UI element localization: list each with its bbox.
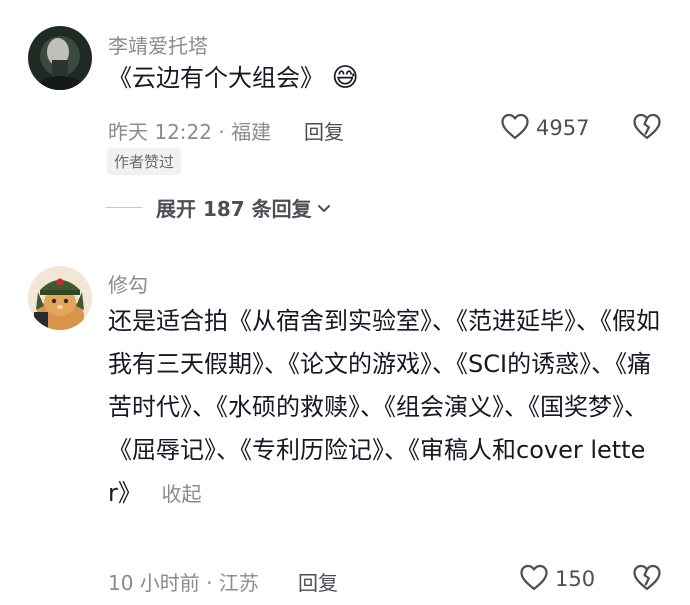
comment-text: 《云边有个大组会》 😅: [108, 57, 668, 100]
expand-replies-label: 展开 187 条回复: [156, 197, 312, 221]
broken-heart-icon: [632, 113, 662, 144]
like-count: 150: [555, 567, 596, 591]
comment-item: 修勾 还是适合拍《从宿舍到实验室》、《范进延毕》、《假如我有三天假期》、《论文的…: [0, 240, 690, 605]
reply-button[interactable]: 回复: [304, 116, 344, 145]
heart-icon: [519, 563, 549, 595]
like-count: 4957: [536, 116, 590, 140]
like-button[interactable]: 4957: [500, 112, 589, 144]
author-liked-badge: 作者赞过: [107, 148, 182, 175]
comment-item: 李靖爱托塔 《云边有个大组会》 😅 昨天 12:22 · 福建 回复 4957 …: [0, 0, 690, 240]
avatar[interactable]: [28, 26, 92, 90]
time-location: 昨天 12:22 · 福建: [108, 120, 272, 144]
like-button[interactable]: 150: [519, 563, 595, 595]
username[interactable]: 李靖爱托塔: [108, 30, 208, 59]
reply-button[interactable]: 回复: [298, 567, 338, 596]
comment-text-content: 还是适合拍《从宿舍到实验室》、《范进延毕》、《假如我有三天假期》、《论文的游戏》…: [108, 307, 660, 507]
chevron-down-icon: [316, 200, 332, 216]
sweat-smile-emoji: 😅: [331, 63, 359, 93]
expand-replies-button[interactable]: 展开 187 条回复: [106, 193, 332, 222]
dislike-button[interactable]: [632, 563, 662, 595]
dislike-button[interactable]: [632, 112, 662, 144]
collapse-button[interactable]: 收起: [162, 482, 202, 506]
avatar[interactable]: [28, 266, 92, 330]
username[interactable]: 修勾: [108, 269, 148, 298]
time-location: 10 小时前 · 江苏: [108, 571, 259, 595]
broken-heart-icon: [632, 564, 662, 595]
comment-text: 还是适合拍《从宿舍到实验室》、《范进延毕》、《假如我有三天假期》、《论文的游戏》…: [108, 300, 668, 516]
divider: [106, 207, 142, 208]
comment-text-content: 《云边有个大组会》: [108, 64, 324, 92]
heart-icon: [500, 112, 530, 144]
